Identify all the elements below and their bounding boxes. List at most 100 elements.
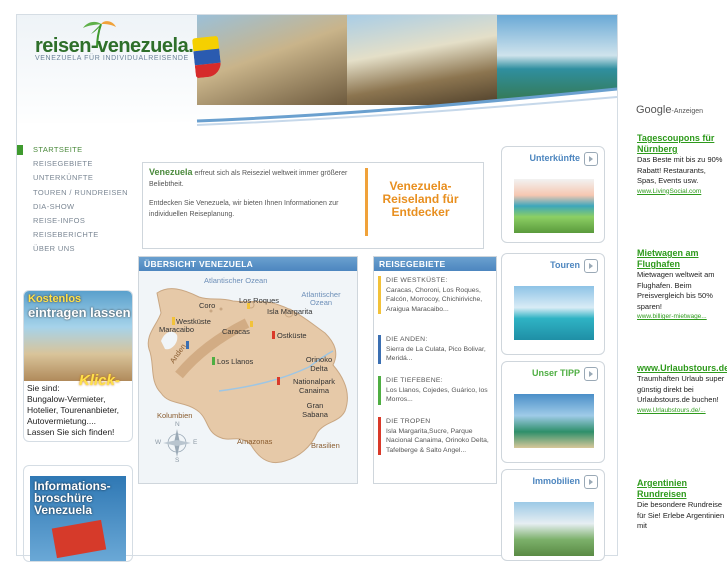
- header-wave: [17, 87, 617, 130]
- promo-line: Lassen Sie sich finden!: [27, 427, 115, 437]
- box-title: Immobilien: [532, 476, 580, 486]
- ad-text: Die besondere Rundreise für Sie! Erlebe …: [637, 500, 725, 530]
- ad-title[interactable]: www.Urlaubstours.de: [637, 363, 727, 374]
- box-touren[interactable]: Touren: [501, 253, 605, 355]
- promo-line: Hotelier, Tourenanbieter,: [27, 405, 119, 415]
- region-title: DIE TIEFEBENE:: [386, 377, 443, 384]
- regions-title: REISEGEBIETE: [374, 257, 496, 271]
- compass-w: W: [155, 439, 162, 446]
- region-tropen[interactable]: DIE TROPEN Isla Margarita,Sucre, Parque …: [378, 417, 490, 455]
- intro-box: Venezuela erfreut sich als Reiseziel wel…: [142, 162, 484, 249]
- map-label-isla-margarita: Isla Margarita: [267, 307, 313, 316]
- google-logo: Google: [636, 104, 672, 116]
- map-label-kolumbien: Kolumbien: [157, 411, 193, 420]
- brochure-promo[interactable]: Informations- broschüre Venezuela: [23, 465, 133, 562]
- box-unser-tipp[interactable]: Unser TIPP: [501, 361, 605, 463]
- compass-n: N: [175, 421, 180, 428]
- map-label-gran-sabana: Gran Sabana: [302, 401, 328, 419]
- region-title: DIE ANDEN:: [386, 336, 428, 343]
- ad-url[interactable]: www.LivingSocial.com: [637, 187, 727, 197]
- box-unterkuenfte[interactable]: Unterkünfte: [501, 146, 605, 243]
- slogan-line: Entdecker: [391, 205, 450, 219]
- region-body: Caracas, Choroni, Los Roques, Falcón, Mo…: [386, 286, 483, 313]
- intro-text-2: Entdecken Sie Venezuela, wir bieten Ihne…: [149, 200, 339, 218]
- ad-text: Traumhaften Urlaub super günstig direkt …: [637, 374, 725, 404]
- box-image-house: [514, 502, 594, 556]
- region-anden[interactable]: DIE ANDEN: Sierra de La Culata, Pico Bol…: [378, 335, 490, 364]
- box-image-bungalows: [514, 179, 594, 233]
- ad-item[interactable]: Tagescoupons für Nürnberg Das Beste mit …: [637, 133, 727, 197]
- box-title: Unser TIPP: [531, 368, 580, 378]
- region-title: DIE TROPEN: [386, 418, 431, 425]
- ad-text: Das Beste mit bis zu 90% Rabatt! Restaur…: [637, 155, 723, 185]
- map-label-nationalpark-canaima: Nationalpark Canaima: [292, 377, 336, 395]
- map-label-maracaibo: Maracaibo: [159, 325, 195, 334]
- map-label-atlantic-2: Atlantischer Ozean: [301, 290, 341, 307]
- venezuela-flag-icon: [191, 35, 223, 79]
- region-title: DIE WESTKÜSTE:: [386, 277, 448, 284]
- region-body: Sierra de La Culata, Pico Bolivar, Merid…: [386, 345, 486, 363]
- intro-slogan: Venezuela- Reiseland für Entdecker: [365, 168, 473, 236]
- promo-headline-2: eintragen lassen: [28, 305, 131, 320]
- region-westkueste[interactable]: DIE WESTKÜSTE: Caracas, Choroni, Los Roq…: [378, 276, 490, 314]
- ad-item[interactable]: Mietwagen am Flughafen Mietwagen weltwei…: [637, 248, 727, 322]
- compass-icon: [163, 429, 191, 457]
- ads-label: -Anzeigen: [671, 108, 704, 115]
- nav-item-dia-show[interactable]: DIA-SHOW: [17, 202, 147, 216]
- ad-title[interactable]: Mietwagen am Flughafen: [637, 248, 727, 270]
- promo-klick[interactable]: Klick-: [79, 372, 120, 389]
- promo-headline-1: Kostenlos: [28, 293, 82, 305]
- venezuela-map[interactable]: Atlantischer Ozean Atlantischer Ozean Co…: [139, 271, 357, 483]
- arrow-right-icon[interactable]: [584, 152, 598, 166]
- ad-item[interactable]: www.Urlaubstours.de Traumhaften Urlaub s…: [637, 363, 727, 416]
- map-label-los-roques: Los Roques: [239, 296, 280, 305]
- promo-text: Sie sind: Bungalow-Vermieter, Hotelier, …: [24, 381, 132, 440]
- listing-promo[interactable]: Kostenlos eintragen lassen Klick- Sie si…: [23, 290, 133, 442]
- ad-url[interactable]: www.Urlaubstours.de/...: [637, 406, 727, 416]
- nav-item-startseite[interactable]: STARTSEITE: [17, 145, 147, 159]
- header: reisen-venezuela.de VENEZUELA FÜR INDIVI…: [17, 15, 617, 130]
- brochure-title-line: Venezuela: [34, 503, 93, 517]
- region-body: Isla Margarita,Sucre, Parque Nacional Ca…: [386, 427, 489, 454]
- promo-line: Autovermietung....: [27, 416, 96, 426]
- arrow-right-icon[interactable]: [584, 475, 598, 489]
- ad-item[interactable]: Argentinien Rundreisen Die besondere Run…: [637, 478, 727, 532]
- map-label-orinoko-delta: Orinoko Delta: [305, 355, 333, 373]
- compass-e: E: [193, 439, 198, 446]
- ad-url[interactable]: www.billiger-mietwage...: [637, 312, 727, 322]
- nav-item-unterkuenfte[interactable]: UNTERKÜNFTE: [17, 173, 147, 187]
- box-image-palm-beach: [514, 394, 594, 448]
- promo-beach-image: Kostenlos eintragen lassen Klick-: [24, 291, 132, 389]
- nav-item-reisegebiete[interactable]: REISEGEBIETE: [17, 159, 147, 173]
- ad-text: Mietwagen weltweit am Flughafen. Beim Pr…: [637, 270, 715, 311]
- map-label-brasilien: Brasilien: [311, 441, 340, 450]
- ad-title[interactable]: Argentinien Rundreisen: [637, 478, 727, 500]
- region-body: Los Llanos, Cojedes, Guárico, los Morros…: [386, 386, 488, 404]
- map-label-ostkueste: Ostküste: [277, 331, 307, 340]
- regions-panel: REISEGEBIETE DIE WESTKÜSTE: Caracas, Cho…: [373, 256, 497, 484]
- map-label-los-llanos: Los Llanos: [217, 357, 254, 366]
- ad-title[interactable]: Tagescoupons für Nürnberg: [637, 133, 727, 155]
- map-label-atlantic-1: Atlantischer Ozean: [204, 276, 268, 285]
- site-tagline: VENEZUELA FÜR INDIVIDUALREISENDE: [35, 55, 189, 62]
- nav-item-ueber-uns[interactable]: ÜBER UNS: [17, 244, 147, 258]
- box-title: Unterkünfte: [529, 153, 580, 163]
- box-title: Touren: [550, 260, 580, 270]
- nav-item-reise-infos[interactable]: REISE-INFOS: [17, 216, 147, 230]
- map-label-amazonas: Amazonas: [237, 437, 273, 446]
- nav-item-reiseberichte[interactable]: REISEBERICHTE: [17, 230, 147, 244]
- box-immobilien[interactable]: Immobilien: [501, 469, 605, 561]
- arrow-right-icon[interactable]: [584, 259, 598, 273]
- main-nav: STARTSEITE REISEGEBIETE UNTERKÜNFTE TOUR…: [17, 145, 147, 259]
- arrow-right-icon[interactable]: [584, 367, 598, 381]
- nav-item-touren[interactable]: TOUREN / RUNDREISEN: [17, 188, 147, 202]
- brochure-title: Informations- broschüre Venezuela: [34, 480, 111, 516]
- google-ads-logo[interactable]: Google-Anzeigen: [636, 104, 703, 116]
- overview-panel: ÜBERSICHT VENEZUELA Atlantischer Ozean A…: [138, 256, 358, 484]
- intro-brand: Venezuela: [149, 167, 193, 177]
- region-tiefebene[interactable]: DIE TIEFEBENE: Los Llanos, Cojedes, Guár…: [378, 376, 490, 405]
- map-label-caracas: Caracas: [222, 327, 250, 336]
- compass-s: S: [175, 457, 180, 464]
- overview-title: ÜBERSICHT VENEZUELA: [139, 257, 357, 271]
- intro-text: Venezuela erfreut sich als Reiseziel wel…: [149, 167, 359, 220]
